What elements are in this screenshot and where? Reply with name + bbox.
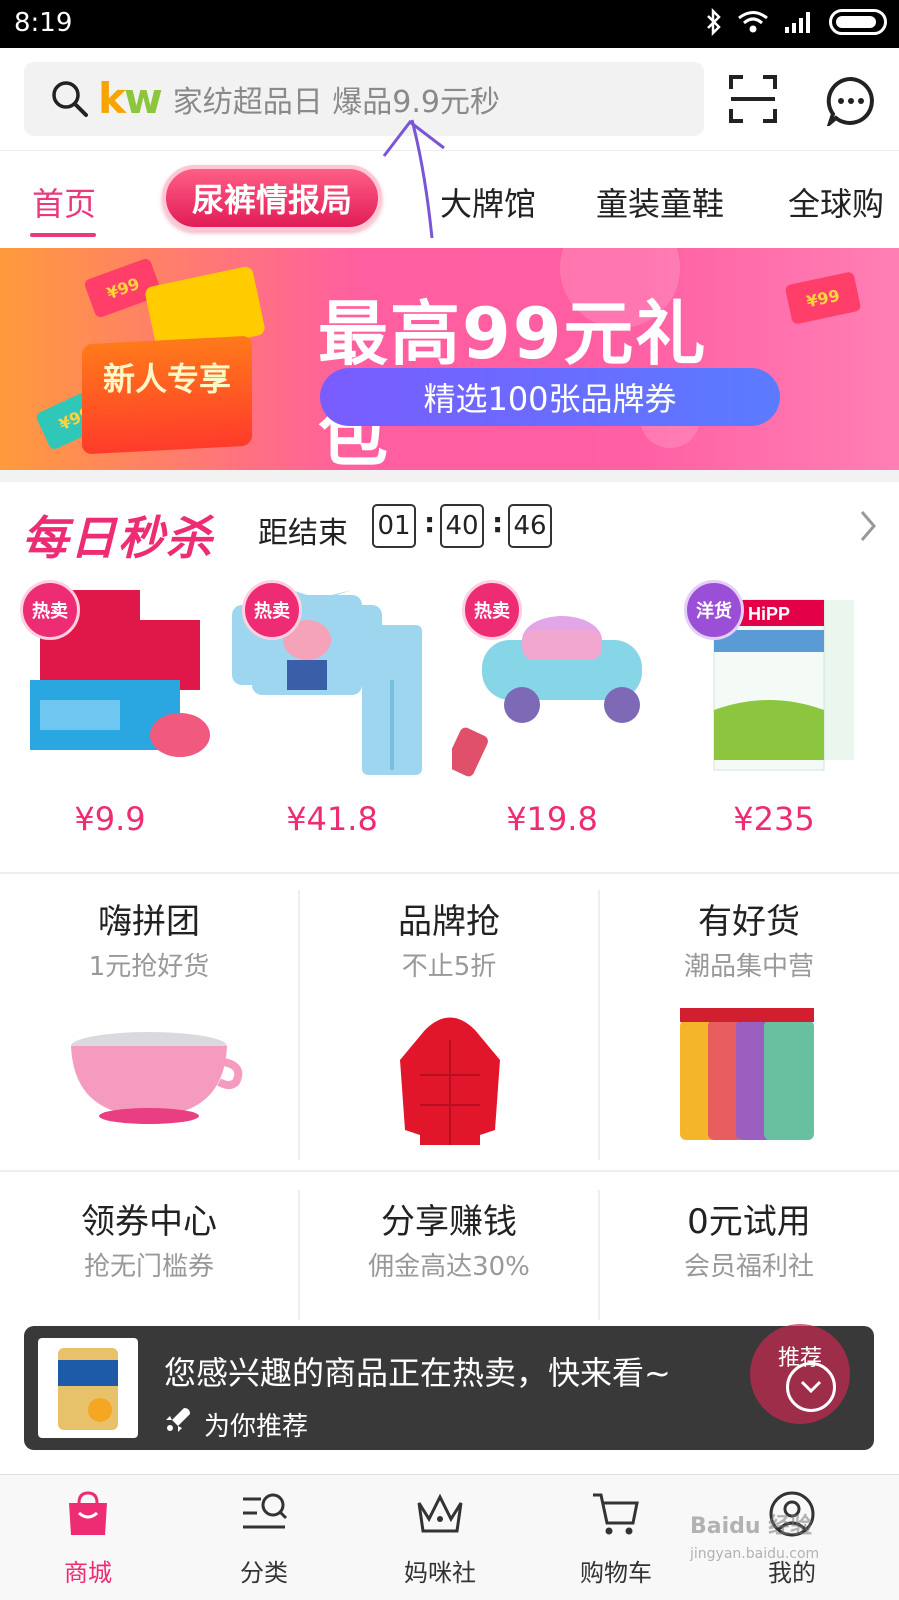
scan-icon[interactable] <box>728 74 778 124</box>
cart-icon <box>593 1493 639 1535</box>
recommendation-toast[interactable]: 您感兴趣的商品正在热卖，快来看~ 为你推荐 推荐 <box>24 1324 874 1450</box>
tab-diaper-news[interactable]: 尿裤情报局 <box>162 165 382 231</box>
kw-logo: kw <box>98 74 163 123</box>
tab-home[interactable]: 首页 <box>32 179 96 225</box>
gift-label: 新人专享 <box>102 360 231 398</box>
search-icon <box>52 81 88 117</box>
baidu-watermark-url: jingyan.baidu.com <box>690 1546 820 1562</box>
crown-icon <box>417 1493 463 1533</box>
promo-banner[interactable]: ¥99 ¥99 ¥99 新人专享 最高99元礼包 精选100张品牌券 <box>0 248 899 470</box>
product-price: ¥41.8 <box>286 800 378 838</box>
grid-subtitle: 1元抢好货 <box>88 952 210 982</box>
nav-category[interactable]: 分类 <box>194 1483 334 1593</box>
bowl-image <box>71 1032 243 1124</box>
tab-kids-wear[interactable]: 童装童鞋 <box>596 179 724 225</box>
nav-label: 妈咪社 <box>404 1559 476 1587</box>
nav-label: 分类 <box>240 1559 288 1587</box>
collapse-chevron-icon[interactable] <box>786 1362 836 1412</box>
flash-product-card[interactable]: 热卖 <box>10 570 210 780</box>
product-price: ¥235 <box>733 800 815 838</box>
grid-divider <box>598 1190 600 1320</box>
red-jacket-image <box>400 1017 500 1145</box>
status-icons <box>705 8 887 36</box>
grid-divider <box>0 1170 899 1172</box>
tab-brands[interactable]: 大牌馆 <box>440 179 536 225</box>
grid-title: 有好货 <box>698 902 800 942</box>
coupon-ticket: ¥99 <box>784 271 862 325</box>
rocket-icon <box>166 1408 190 1432</box>
nav-cart[interactable]: 购物车 <box>546 1483 686 1593</box>
grid-good-items[interactable]: 有好货 潮品集中营 <box>600 880 898 1170</box>
nav-label: 购物车 <box>580 1559 652 1587</box>
category-tabs: 首页 尿裤情报局 大牌馆 童装童鞋 全球购 <box>0 150 899 246</box>
toast-message: 您感兴趣的商品正在热卖，快来看~ <box>164 1354 671 1392</box>
svg-text:HiPP: HiPP <box>748 604 790 624</box>
product-badge: 洋货 <box>684 580 744 640</box>
section-gap <box>0 470 899 482</box>
grid-divider <box>298 890 300 1160</box>
nav-mommy-club[interactable]: 妈咪社 <box>370 1483 510 1593</box>
battery-icon <box>829 9 887 35</box>
countdown-minutes: 40 <box>440 504 484 548</box>
bluetooth-icon <box>707 8 721 36</box>
toast-subtitle: 为你推荐 <box>204 1412 309 1442</box>
grid-divider <box>598 890 600 1160</box>
countdown-colon: : <box>424 506 436 539</box>
chevron-right-icon[interactable] <box>858 506 878 546</box>
nav-label: 商城 <box>64 1559 112 1587</box>
flash-sale-title: 每日秒杀 <box>22 511 214 565</box>
signal-icon <box>785 12 810 33</box>
product-price: ¥9.9 <box>74 800 146 838</box>
grid-subtitle: 会员福利社 <box>683 1252 814 1282</box>
product-badge: 热卖 <box>242 580 302 640</box>
grid-title: 领券中心 <box>81 1202 217 1242</box>
grid-subtitle: 不止5折 <box>401 952 497 982</box>
header: kw 家纺超品日 爆品9.9元秒 <box>0 48 899 148</box>
grid-title: 品牌抢 <box>398 902 500 942</box>
product-price: ¥19.8 <box>506 800 598 838</box>
shopping-bag-icon <box>69 1491 107 1535</box>
status-time: 8:19 <box>14 8 73 38</box>
search-placeholder: 家纺超品日 爆品9.9元秒 <box>172 85 500 120</box>
grid-subtitle: 抢无门槛券 <box>83 1252 214 1282</box>
tab-global[interactable]: 全球购 <box>788 179 884 225</box>
food-pouches-image <box>680 1008 814 1140</box>
search-bar[interactable]: kw 家纺超品日 爆品9.9元秒 <box>24 62 704 136</box>
countdown-label: 距结束 <box>258 516 348 551</box>
product-badge: 热卖 <box>462 580 522 640</box>
message-icon[interactable] <box>826 76 876 126</box>
toast-product-thumbnail <box>38 1338 138 1438</box>
status-bar: 8:19 <box>0 0 899 48</box>
countdown-colon: : <box>492 506 504 539</box>
section-divider <box>0 872 899 874</box>
grid-title: 嗨拼团 <box>98 902 200 942</box>
countdown-hours: 01 <box>372 504 416 548</box>
grid-subtitle: 佣金高达30% <box>368 1252 530 1282</box>
grid-subtitle: 潮品集中营 <box>683 952 814 982</box>
grid-divider <box>298 1190 300 1320</box>
flash-product-card[interactable]: 热卖 <box>446 570 652 780</box>
wifi-icon <box>738 11 768 33</box>
flash-product-card[interactable]: HiPP 洋货 <box>674 570 874 780</box>
active-tab-underline <box>30 233 96 237</box>
grid-title: 0元试用 <box>687 1202 811 1242</box>
flash-product-card[interactable]: 热卖 <box>232 570 432 780</box>
grid-group-buy[interactable]: 嗨拼团 1元抢好货 <box>0 880 298 1170</box>
grid-title: 分享赚钱 <box>381 1202 517 1242</box>
countdown-seconds: 46 <box>508 504 552 548</box>
banner-subtitle: 精选100张品牌券 <box>320 368 780 426</box>
grid-brand-sale[interactable]: 品牌抢 不止5折 <box>300 880 598 1170</box>
flash-sale-section: 每日秒杀 距结束 01 : 40 : 46 热卖 ¥9.9 热卖 ¥41.8 热… <box>0 482 899 872</box>
product-badge: 热卖 <box>20 580 80 640</box>
baidu-watermark: Baidu 经验 <box>690 1514 813 1539</box>
category-search-icon <box>243 1493 288 1529</box>
nav-mall[interactable]: 商城 <box>18 1483 158 1593</box>
